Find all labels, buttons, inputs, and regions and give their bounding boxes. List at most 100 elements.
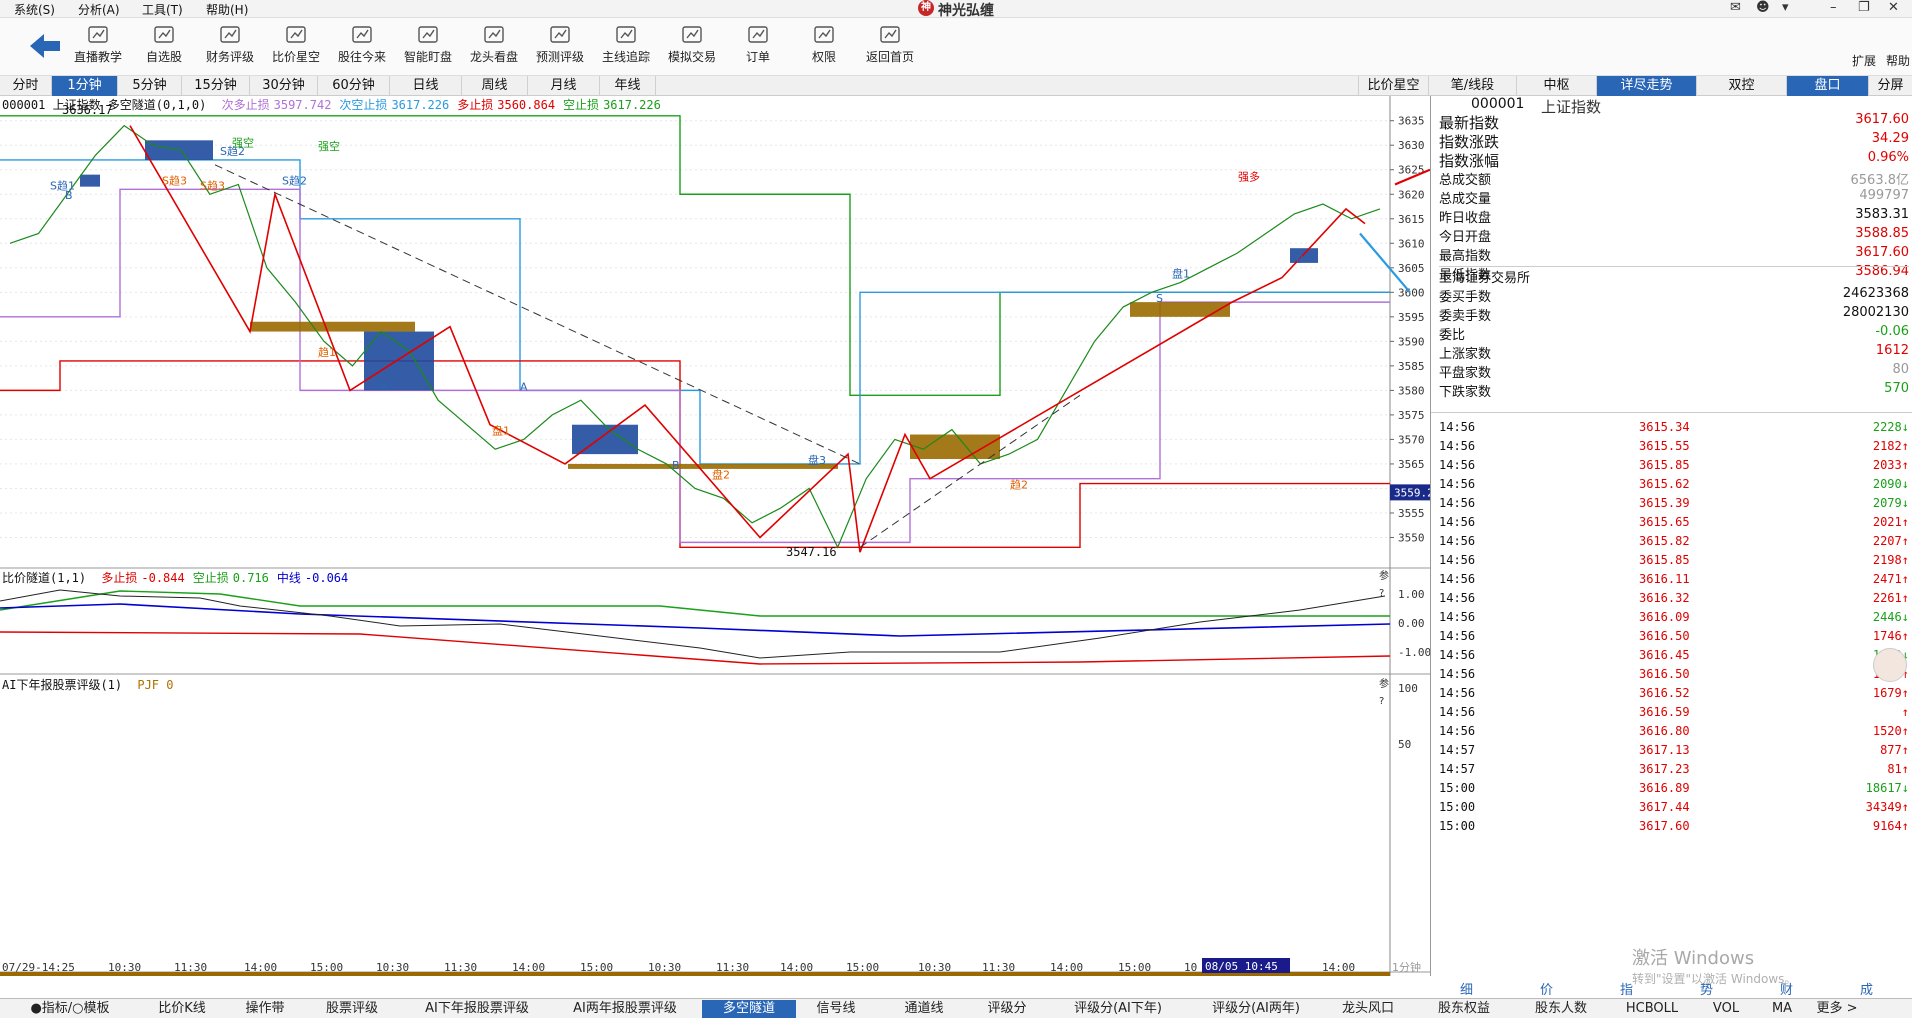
time-tick-label: 10 xyxy=(1184,961,1197,974)
period-tab-7[interactable]: 周线 xyxy=(462,76,528,96)
quote-tab-0[interactable]: 细 xyxy=(1460,979,1473,998)
toolbar-item-11[interactable]: 权限 xyxy=(786,24,862,65)
sub2-tick-label: 50 xyxy=(1398,738,1411,751)
quote-value: 3617.60 xyxy=(1855,112,1909,127)
indicator-tab-10[interactable]: 评级分(AI下年) xyxy=(1052,1000,1184,1018)
period-tab-4[interactable]: 30分钟 xyxy=(250,76,318,96)
chart-area[interactable]: 3635 3630 3625 3620 3615 3610 3605 3600 3595 3590… xyxy=(0,96,1430,976)
toolbar-item-5[interactable]: 智能盯盘 xyxy=(390,24,466,65)
quote-tab-1[interactable]: 价 xyxy=(1540,979,1553,998)
indicator-tab-4[interactable]: AI下年报股票评级 xyxy=(406,1000,548,1018)
expand-link[interactable]: 扩展 xyxy=(1852,52,1876,69)
chart-canvas[interactable]: 3635363036253620361536103605360035953590… xyxy=(0,96,1430,976)
price-tick-label: 3575 xyxy=(1398,409,1425,422)
sub2-tick-label: 100 xyxy=(1398,682,1418,695)
tick-volume-value: 2207 xyxy=(1872,534,1902,548)
period-tab-3[interactable]: 15分钟 xyxy=(182,76,250,96)
indicator-tab-9[interactable]: 评级分 xyxy=(970,1000,1044,1018)
quote-label: 总成交量 xyxy=(1439,192,1492,207)
period-tab-8[interactable]: 月线 xyxy=(528,76,600,96)
back-arrow-icon[interactable] xyxy=(28,32,62,60)
user-icon[interactable]: ☻ xyxy=(1756,0,1770,15)
right-tab-4[interactable]: 双控 xyxy=(1696,76,1786,96)
indicator-tab-3[interactable]: 股票评级 xyxy=(306,1000,398,1018)
period-tab-5[interactable]: 60分钟 xyxy=(318,76,390,96)
toolbar-item-2[interactable]: 财务评级 xyxy=(192,24,268,65)
period-tab-0[interactable]: 分时 xyxy=(0,76,52,96)
indicator-tab-13[interactable]: 股东权益 xyxy=(1420,1000,1508,1018)
signal-label: S趋3 xyxy=(200,179,225,192)
toolbar-item-8[interactable]: 主线追踪 xyxy=(588,24,664,65)
menu-tools[interactable]: 工具(T) xyxy=(142,1,183,18)
tick-price: 3616.50 xyxy=(1639,667,1690,681)
indicator-tab-6[interactable]: 多空隧道 xyxy=(702,1000,796,1018)
right-tab-0[interactable]: 比价星空 xyxy=(1358,76,1428,96)
indicator-tab-7[interactable]: 信号线 xyxy=(796,1000,876,1018)
cube-icon xyxy=(352,26,372,43)
menu-help[interactable]: 帮助(H) xyxy=(206,1,248,18)
signal-label: A xyxy=(380,380,388,393)
menu-system[interactable]: 系统(S) xyxy=(14,1,55,18)
tick-row: 14:56 3616.11 2471↑ xyxy=(1439,572,1909,591)
exchange-row: 上海证券交易所 xyxy=(1439,266,1909,288)
tick-volume: 2182↑ xyxy=(1873,439,1909,453)
tick-volume-value: 9164 xyxy=(1872,819,1902,833)
right-tab-5[interactable]: 盘口 xyxy=(1786,76,1868,96)
tick-row: 14:56 3615.55 2182↑ xyxy=(1439,439,1909,458)
indicator-tab-5[interactable]: AI两年报股票评级 xyxy=(556,1000,694,1018)
indicator-tab-17[interactable]: MA xyxy=(1762,1000,1802,1018)
indicator-tab-15[interactable]: HCBOLL xyxy=(1614,1000,1690,1018)
chart-icon xyxy=(286,26,306,43)
toolbar-item-12[interactable]: 返回首页 xyxy=(852,24,928,65)
toolbar-item-1[interactable]: 自选股 xyxy=(126,24,202,65)
help-link[interactable]: 帮助 xyxy=(1886,52,1910,69)
minimize-icon[interactable]: – xyxy=(1830,0,1837,15)
tick-volume-value: 2198 xyxy=(1872,553,1902,567)
right-tab-3[interactable]: 详尽走势 xyxy=(1596,76,1696,96)
quote-label: 今日开盘 xyxy=(1439,230,1492,245)
close-icon[interactable]: ✕ xyxy=(1888,0,1899,15)
period-tab-9[interactable]: 年线 xyxy=(600,76,656,96)
shirt-icon[interactable]: ▾ xyxy=(1782,0,1789,15)
right-tab-1[interactable]: 笔/线段 xyxy=(1428,76,1516,96)
right-tab-2[interactable]: 中枢 xyxy=(1516,76,1596,96)
toolbar-item-3[interactable]: 比价星空 xyxy=(258,24,334,65)
arrow-down-icon: ↓ xyxy=(1901,610,1909,624)
toolbar-item-9[interactable]: 模拟交易 xyxy=(654,24,730,65)
tick-volume-value: 2021 xyxy=(1872,515,1902,529)
indicator-tab-1[interactable]: 比价K线 xyxy=(140,1000,224,1018)
arrow-up-icon: ↑ xyxy=(1901,705,1909,719)
period-tab-6[interactable]: 日线 xyxy=(390,76,462,96)
toolbar-item-0[interactable]: 直播教学 xyxy=(60,24,136,65)
indicator-tab-8[interactable]: 通道线 xyxy=(884,1000,964,1018)
indicator-tab-11[interactable]: 评级分(AI两年) xyxy=(1192,1000,1320,1018)
right-tab-6[interactable]: 分屏 xyxy=(1868,76,1912,96)
indicator-tab-12[interactable]: 龙头风口 xyxy=(1324,1000,1412,1018)
indicator-tab-0[interactable]: ●指标/○模板 xyxy=(6,1000,134,1018)
period-tab-2[interactable]: 5分钟 xyxy=(118,76,182,96)
toolbar-item-4[interactable]: 股往今来 xyxy=(324,24,400,65)
panel-side-tab[interactable]: 参 xyxy=(1379,569,1389,582)
period-bar: 分时 1分钟 5分钟 15分钟 30分钟 60分钟 日线 周线 月线 年线 比价星空 笔/线段 中枢详… xyxy=(0,76,1912,96)
time-tick-label: 11:30 xyxy=(444,961,477,974)
toolbar-item-7[interactable]: 预测评级 xyxy=(522,24,598,65)
menu-analysis[interactable]: 分析(A) xyxy=(78,1,120,18)
mail-icon[interactable]: ✉ xyxy=(1730,0,1741,15)
quote-tab-5[interactable]: 成 xyxy=(1860,979,1873,998)
signal-label: S趋2 xyxy=(282,174,307,187)
price-tick-label: 3550 xyxy=(1398,531,1425,544)
panel-side-tab[interactable]: 参 xyxy=(1379,677,1389,690)
indicator-tab-2[interactable]: 操作带 xyxy=(232,1000,298,1018)
zone-box xyxy=(572,424,638,455)
toolbar-item-10[interactable]: 订单 xyxy=(720,24,796,65)
period-tab-1[interactable]: 1分钟 xyxy=(52,76,118,96)
quote-label: 下跌家数 xyxy=(1439,385,1492,400)
toolbar-item-6[interactable]: 龙头看盘 xyxy=(456,24,532,65)
indicator-tab-16[interactable]: VOL xyxy=(1698,1000,1754,1018)
panel-side-tab[interactable]: ? xyxy=(1379,696,1384,707)
panel-side-tab[interactable]: ? xyxy=(1379,588,1384,599)
restore-icon[interactable]: ❐ xyxy=(1858,0,1870,15)
assistant-avatar-icon[interactable] xyxy=(1873,648,1907,682)
indicator-tab-14[interactable]: 股东人数 xyxy=(1516,1000,1606,1018)
indicator-tab-18[interactable]: 更多 > xyxy=(1806,1000,1868,1018)
